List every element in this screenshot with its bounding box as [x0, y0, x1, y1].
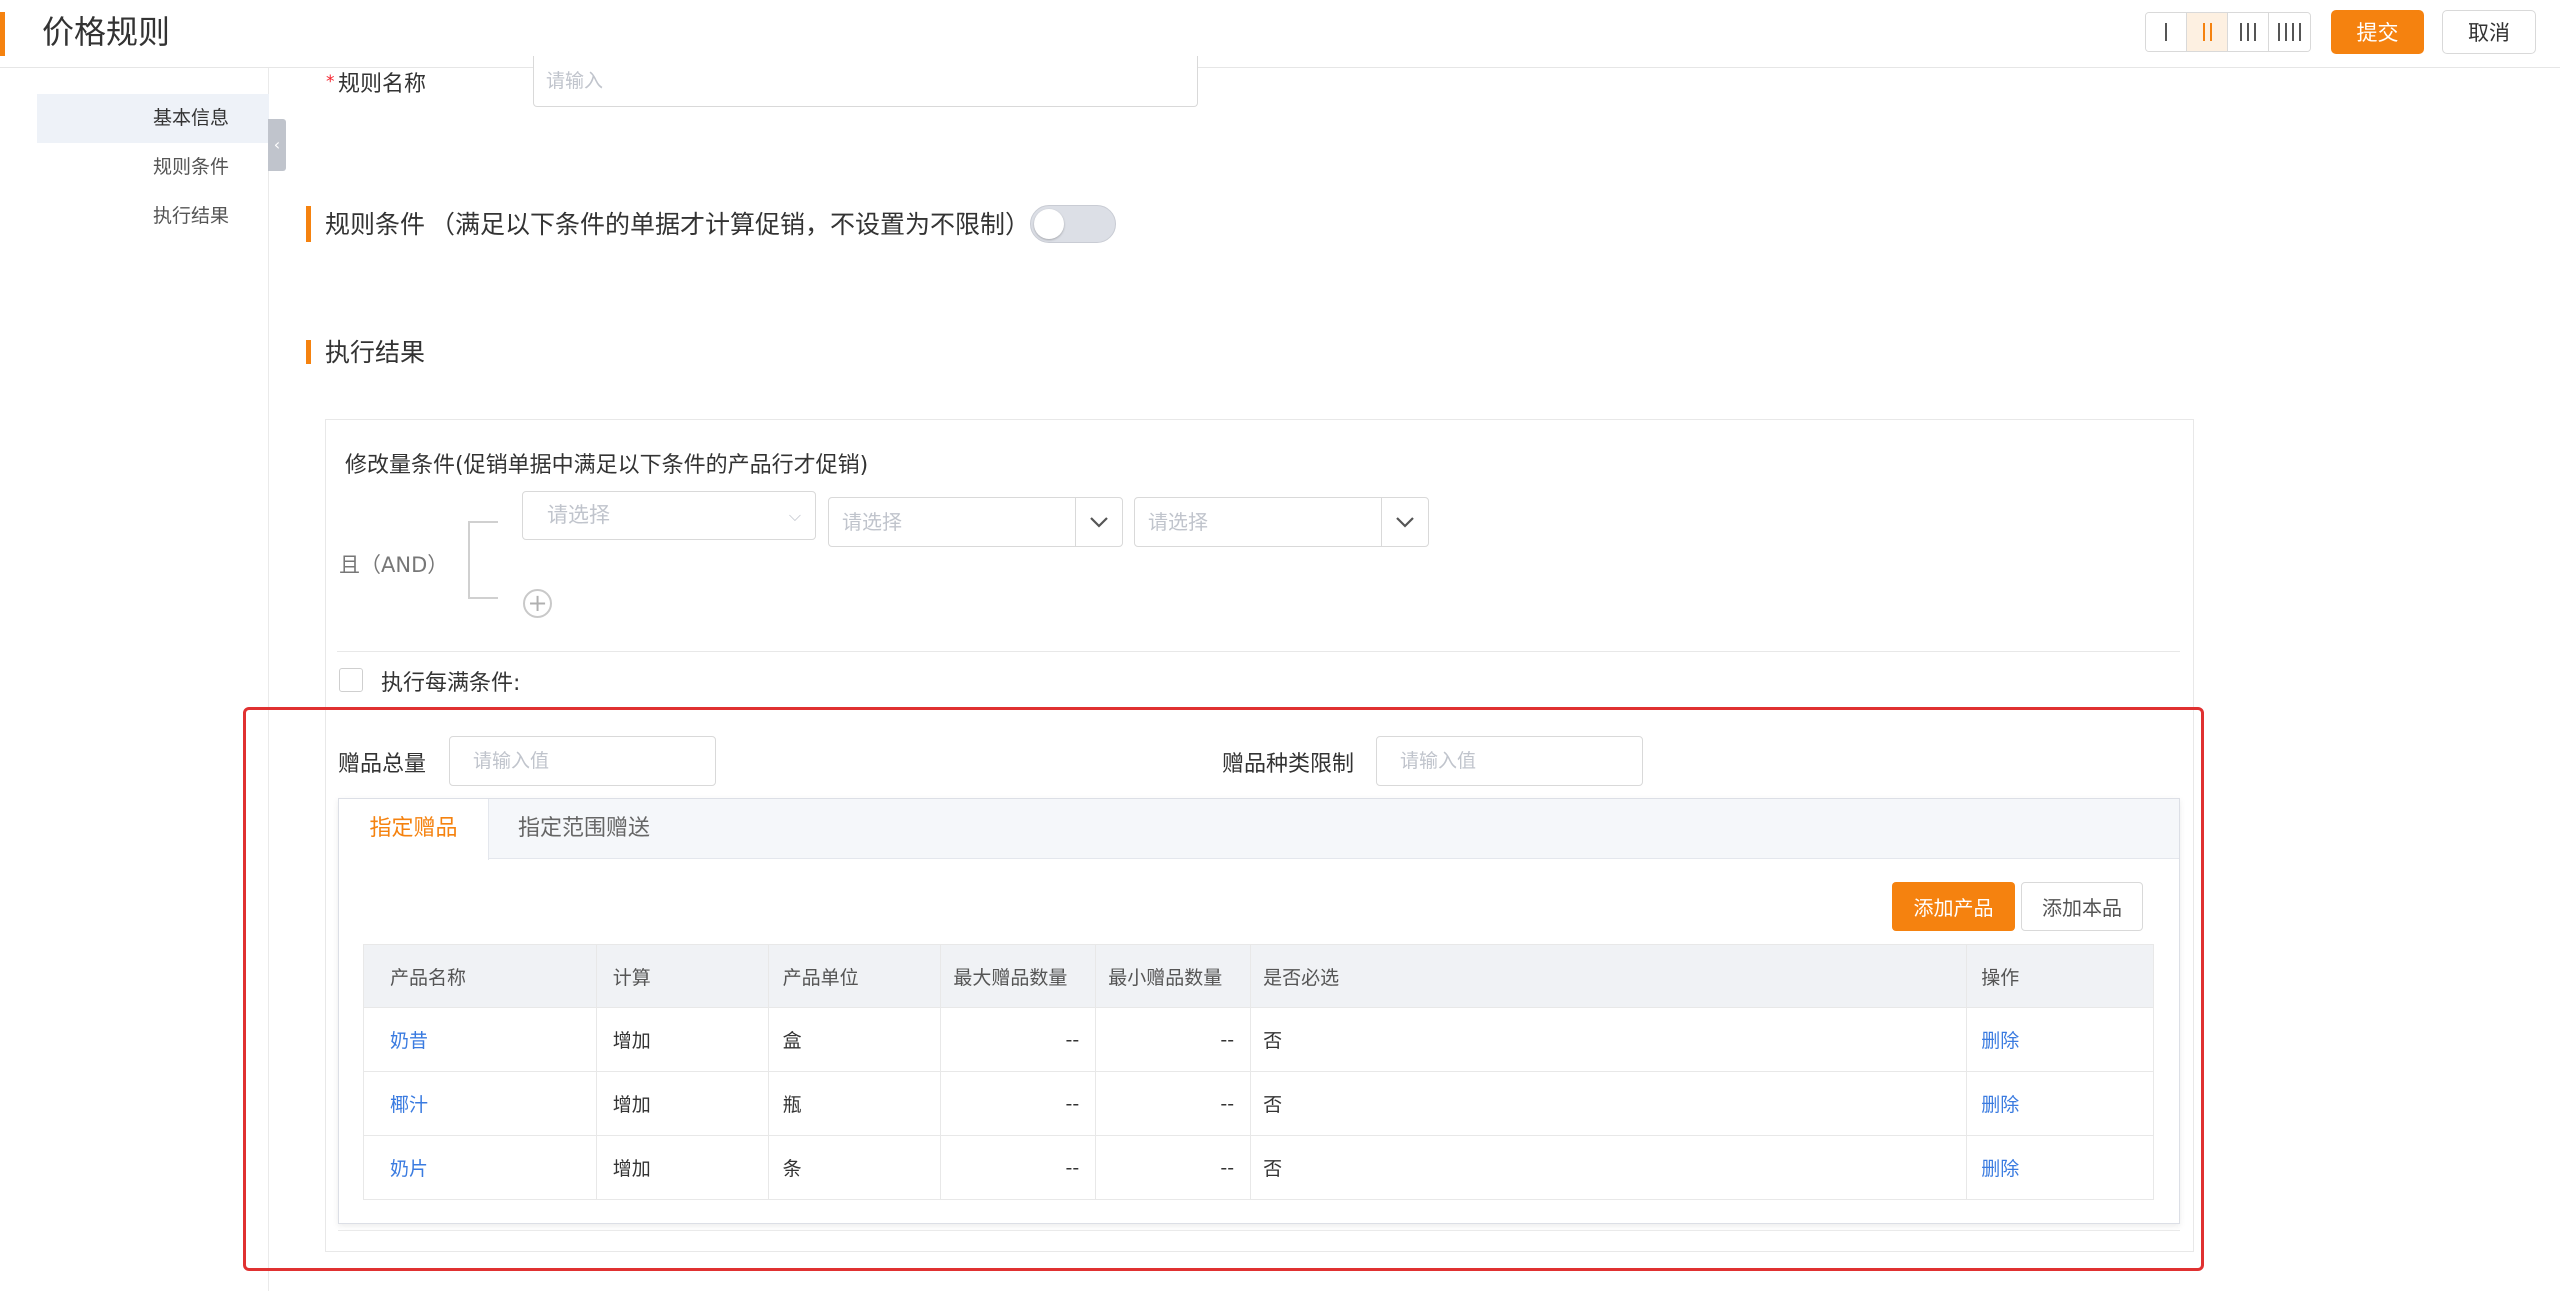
- layout-3-column-button[interactable]: [2228, 13, 2269, 51]
- condition-bracket: [468, 521, 498, 599]
- layout-1-column-button[interactable]: [2146, 13, 2187, 51]
- column-header: 操作: [1981, 966, 2020, 989]
- each-full-label: 执行每满条件:: [381, 671, 521, 696]
- delete-link[interactable]: 删除: [1981, 1026, 2019, 1053]
- section-accent-bar: [306, 340, 311, 364]
- unit-cell: 盒: [769, 1008, 942, 1071]
- product-name-link[interactable]: 奶昔: [390, 1026, 428, 1053]
- gift-kind-limit-input[interactable]: [1376, 736, 1643, 786]
- divider: [338, 1230, 2180, 1231]
- tab-specified-gift[interactable]: 指定赠品: [339, 799, 489, 860]
- required-cell: 否: [1251, 1072, 1968, 1135]
- product-name-link[interactable]: 奶片: [390, 1154, 428, 1181]
- calc-cell: 增加: [597, 1136, 769, 1199]
- unit-cell: 瓶: [769, 1072, 942, 1135]
- quantity-condition-title: 修改量条件(促销单据中满足以下条件的产品行才促销): [345, 453, 869, 478]
- column-layout-switch: [2145, 12, 2311, 52]
- unit-cell: 条: [769, 1136, 942, 1199]
- column-header: 产品名称: [364, 945, 597, 1007]
- select-placeholder: 请选择: [1148, 510, 1208, 534]
- sidebar-item-rule-conditions[interactable]: 规则条件: [37, 143, 269, 192]
- each-full-checkbox[interactable]: [339, 668, 363, 692]
- table-row: 奶片 增加 条 -- -- 否 删除: [364, 1135, 2153, 1199]
- rule-name-input[interactable]: [533, 56, 1198, 107]
- layout-4-column-button[interactable]: [2269, 13, 2310, 51]
- max-qty-cell: --: [941, 1072, 1097, 1135]
- max-qty-cell: --: [941, 1136, 1097, 1199]
- column-header: 产品单位: [769, 945, 942, 1007]
- condition-operator-select[interactable]: 请选择: [828, 497, 1123, 547]
- rule-conditions-toggle[interactable]: [1030, 205, 1116, 243]
- rule-name-label: 规则名称: [338, 72, 427, 97]
- calc-cell: 增加: [597, 1072, 769, 1135]
- layout-2-column-button[interactable]: [2187, 13, 2228, 51]
- chevron-down-icon[interactable]: [1075, 498, 1122, 546]
- submit-button[interactable]: 提交: [2331, 10, 2424, 54]
- min-qty-cell: --: [1096, 1008, 1252, 1071]
- rule-conditions-title: 规则条件: [325, 210, 426, 239]
- column-header: 是否必选: [1251, 945, 1968, 1007]
- max-qty-cell: --: [941, 1008, 1097, 1071]
- sidebar-collapse-chevron-left-icon[interactable]: ‹: [268, 119, 286, 171]
- delete-link[interactable]: 删除: [1981, 1154, 2019, 1181]
- column-header: 计算: [597, 945, 769, 1007]
- title-accent-bar: [0, 12, 5, 56]
- tab-range-gift[interactable]: 指定范围赠送: [489, 799, 679, 860]
- product-name-link[interactable]: 椰汁: [390, 1090, 428, 1117]
- divider: [337, 651, 2180, 652]
- required-cell: 否: [1251, 1008, 1968, 1071]
- table-row: 奶昔 增加 盒 -- -- 否 删除: [364, 1007, 2153, 1071]
- column-header: 最大赠品数量: [941, 945, 1097, 1007]
- select-placeholder: 请选择: [547, 503, 610, 527]
- gift-product-table: 产品名称 计算 产品单位 最大赠品数量 最小赠品数量 是否必选 操作 奶昔 增加…: [363, 944, 2154, 1200]
- select-placeholder: 请选择: [842, 510, 902, 534]
- sidebar-item-execution-result[interactable]: 执行结果: [37, 192, 269, 241]
- column-header: 最小赠品数量: [1096, 945, 1252, 1007]
- min-qty-cell: --: [1096, 1136, 1252, 1199]
- delete-link[interactable]: 删除: [1981, 1090, 2019, 1117]
- page-header: 价格规则 提交 取消: [0, 0, 2560, 68]
- table-row: 椰汁 增加 瓶 -- -- 否 删除: [364, 1071, 2153, 1135]
- execution-result-title: 执行结果: [325, 338, 426, 367]
- gift-total-label: 赠品总量: [338, 752, 427, 777]
- condition-field-select[interactable]: 请选择 ⌵: [522, 491, 816, 540]
- condition-value-select[interactable]: 请选择: [1134, 497, 1429, 547]
- gift-kind-limit-label: 赠品种类限制: [1222, 752, 1355, 777]
- required-cell: 否: [1251, 1136, 1968, 1199]
- page-title: 价格规则: [42, 13, 171, 51]
- toggle-knob: [1034, 209, 1064, 239]
- cancel-button[interactable]: 取消: [2442, 10, 2536, 54]
- gift-total-input[interactable]: [449, 736, 716, 786]
- min-qty-cell: --: [1096, 1072, 1252, 1135]
- required-asterisk: *: [326, 72, 335, 92]
- chevron-down-icon: ⌵: [788, 506, 801, 525]
- sidebar-item-basic-info[interactable]: 基本信息: [37, 94, 269, 143]
- add-condition-plus-icon[interactable]: +: [523, 589, 552, 618]
- logic-and-label: 且（AND）: [339, 553, 449, 577]
- add-product-button[interactable]: 添加产品: [1892, 882, 2015, 931]
- section-accent-bar: [306, 206, 311, 242]
- table-header-row: 产品名称 计算 产品单位 最大赠品数量 最小赠品数量 是否必选 操作: [364, 945, 2153, 1007]
- add-self-product-button[interactable]: 添加本品: [2021, 882, 2143, 931]
- calc-cell: 增加: [597, 1008, 769, 1071]
- chevron-down-icon[interactable]: [1381, 498, 1428, 546]
- section-nav-sidebar: 基本信息 规则条件 执行结果: [37, 68, 269, 1291]
- rule-conditions-note: （满足以下条件的单据才计算促销，不设置为不限制）: [430, 210, 1031, 239]
